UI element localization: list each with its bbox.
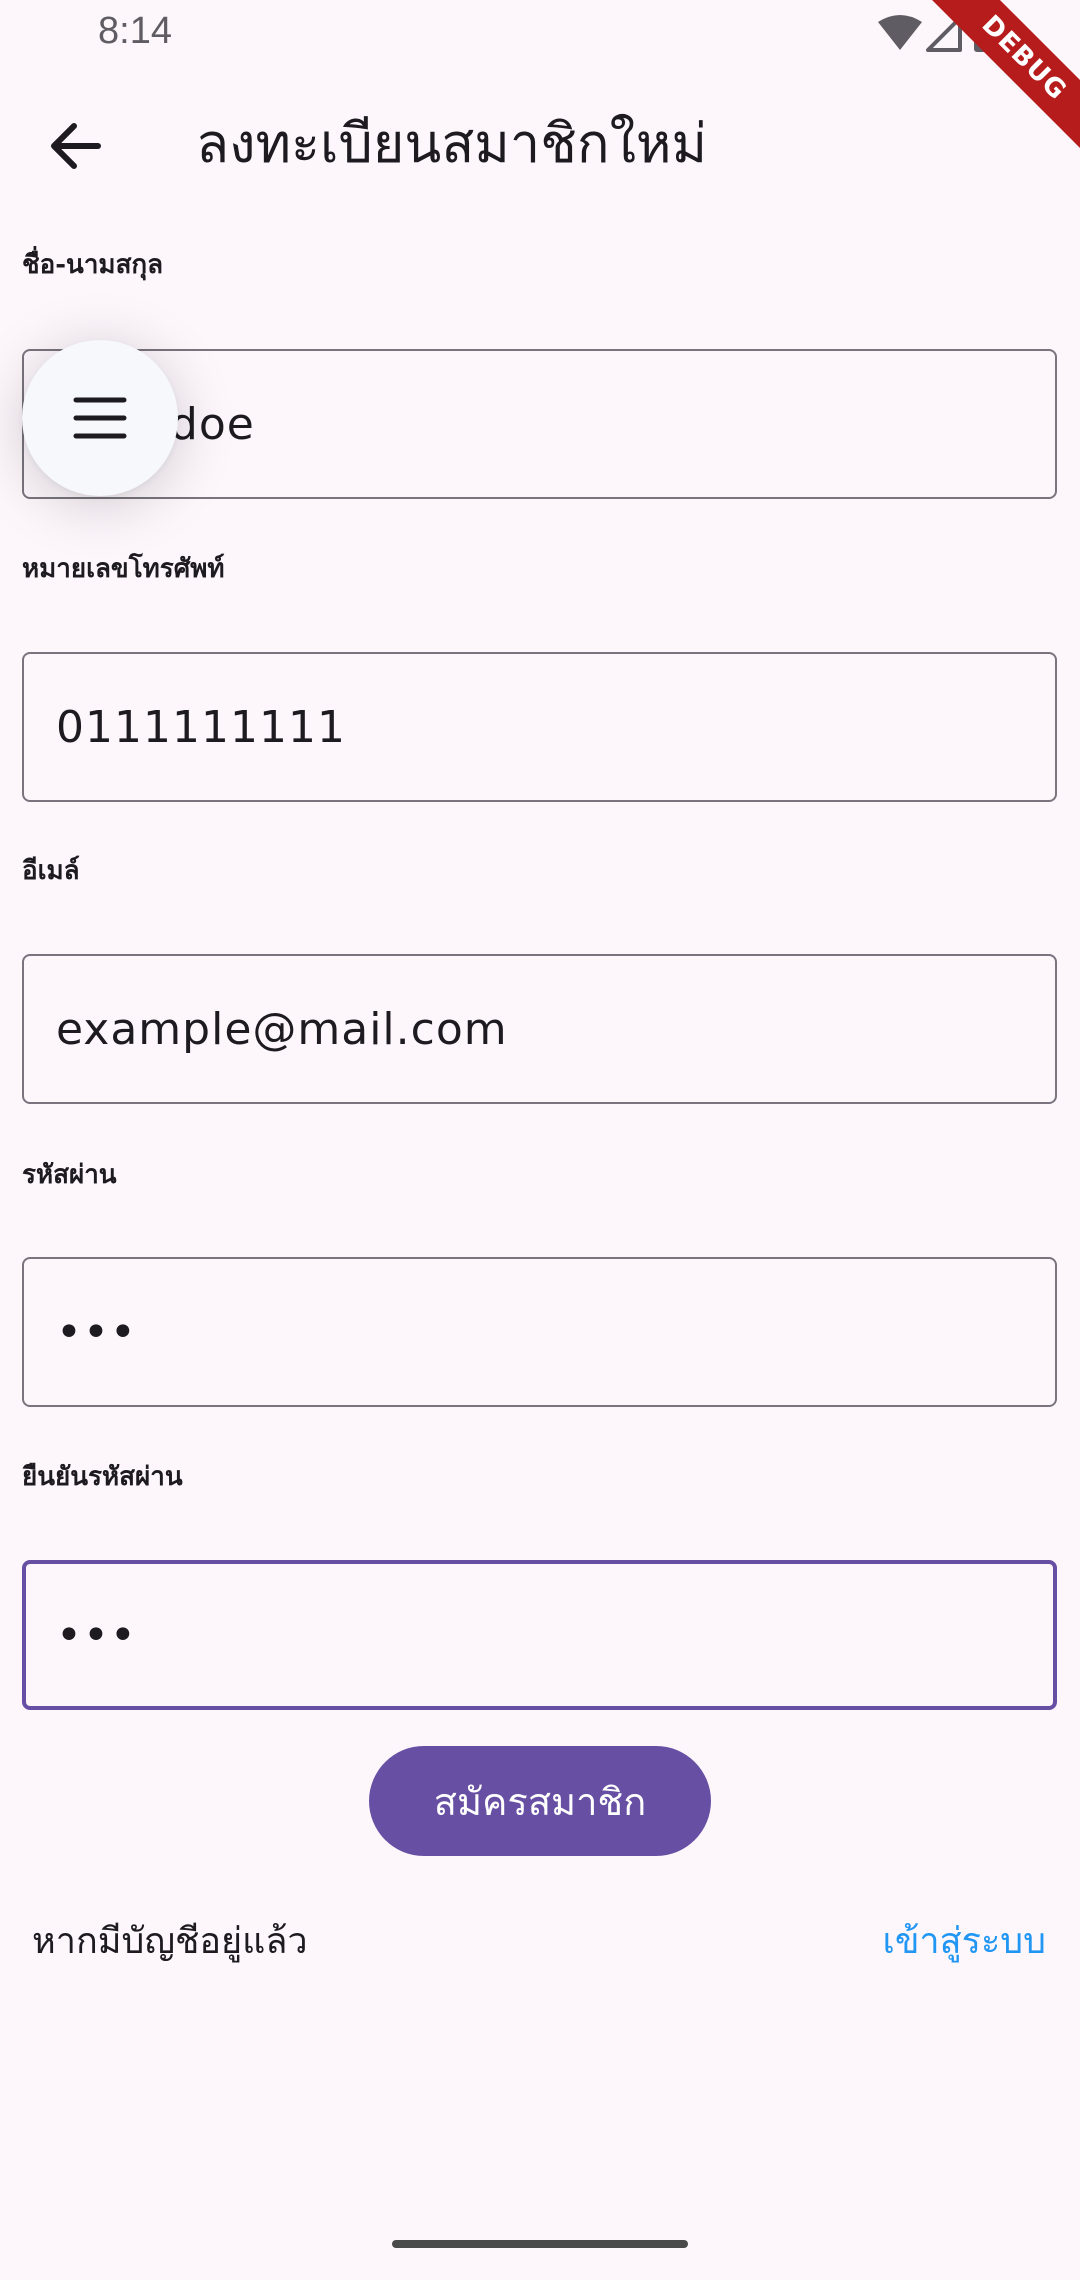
- register-button[interactable]: สมัครสมาชิก: [369, 1746, 711, 1856]
- password-value: •••: [56, 1306, 137, 1358]
- app-bar: ลงทะเบียนสมาชิกใหม่: [0, 80, 1080, 210]
- wifi-icon: [878, 15, 922, 50]
- phone-value: 0111111111: [56, 701, 346, 753]
- have-account-text: หากมีบัญชีอยู่แล้ว: [32, 1921, 308, 1962]
- menu-icon: [73, 397, 127, 439]
- status-bar: 8:14: [0, 0, 1080, 66]
- home-indicator[interactable]: [392, 2240, 688, 2248]
- password-label: รหัสผ่าน: [22, 1160, 117, 1190]
- status-time: 8:14: [98, 10, 172, 52]
- phone-field[interactable]: 0111111111: [22, 652, 1057, 802]
- back-button[interactable]: [36, 106, 116, 186]
- email-field[interactable]: example@mail.com: [22, 954, 1057, 1104]
- email-label: อีเมล์: [22, 856, 80, 886]
- login-link[interactable]: เข้าสู่ระบบ: [883, 1912, 1046, 1969]
- email-value: example@mail.com: [56, 1003, 508, 1055]
- confirm-password-value: •••: [56, 1609, 137, 1661]
- phone-label: หมายเลขโทรศัพท์: [22, 554, 225, 584]
- floating-menu-button[interactable]: [22, 340, 178, 496]
- page-title: ลงทะเบียนสมาชิกใหม่: [196, 112, 708, 175]
- password-field[interactable]: •••: [22, 1257, 1057, 1407]
- confirm-password-field[interactable]: •••: [22, 1560, 1057, 1710]
- fullname-label: ชื่อ-นามสกุล: [22, 250, 164, 280]
- confirm-password-label: ยืนยันรหัสผ่าน: [22, 1462, 183, 1492]
- arrow-back-icon: [51, 123, 101, 169]
